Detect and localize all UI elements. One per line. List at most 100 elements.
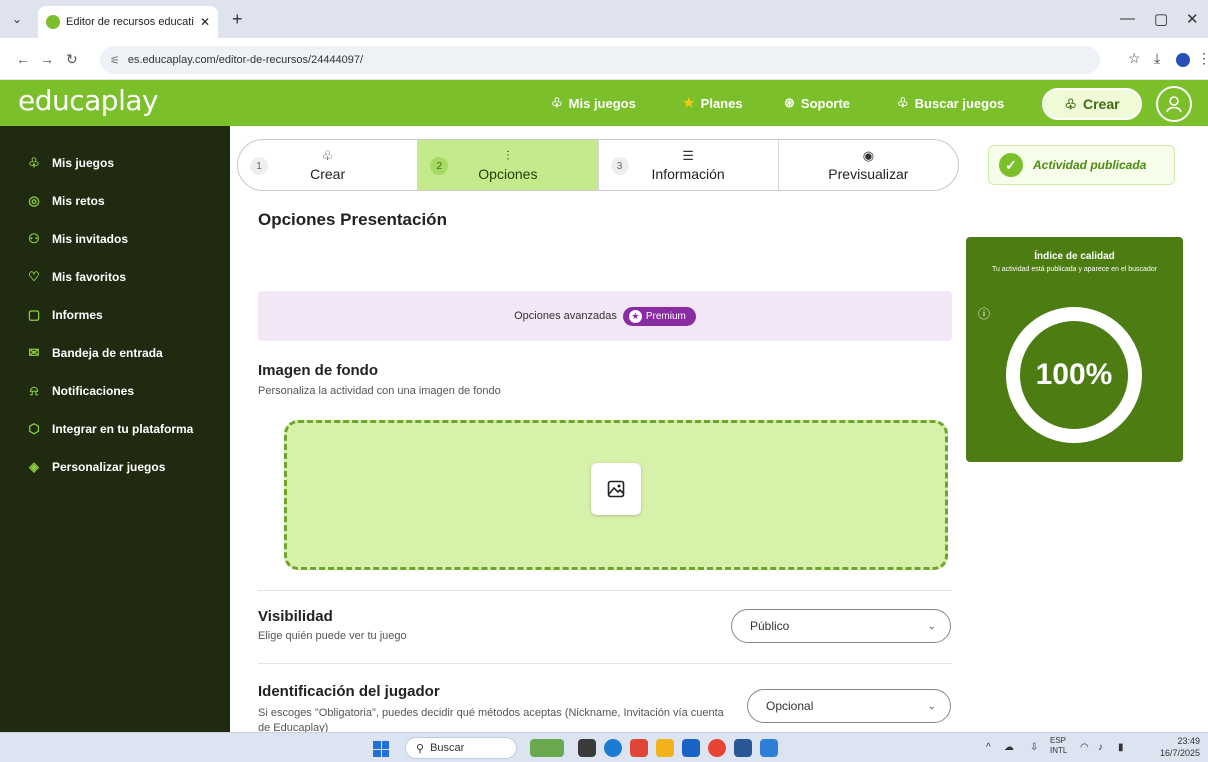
step-label: Crear [310,166,346,182]
sidebar-item-mis-retos[interactable]: ◎ Mis retos [0,182,230,220]
step-number: 1 [250,157,268,175]
tab-close-icon[interactable]: ✕ [200,15,210,29]
lang-primary: ESP [1050,736,1067,745]
forward-icon[interactable]: → [40,51,54,67]
chrome-icon[interactable] [708,739,726,757]
player-id-select[interactable]: Opcional ⌄ [747,689,951,723]
step-label: Previsualizar [828,166,909,182]
customize-icon: ◈ [29,459,39,474]
crear-button[interactable]: ♧ Crear [1042,88,1142,120]
bookmark-star-icon[interactable]: ☆ [1128,50,1141,67]
taskview-icon[interactable] [578,739,596,757]
sidebar-item-label: Mis juegos [52,156,115,170]
maximize-icon[interactable]: ▢ [1154,10,1168,28]
visibility-subtitle: Elige quién puede ver tu juego [258,630,407,642]
quality-index-panel: Índice de calidad Tu actividad está publ… [966,237,1183,462]
sidebar-item-personalizar-juegos[interactable]: ◈ Personalizar juegos [0,448,230,486]
visibility-select[interactable]: Público ⌄ [731,609,951,643]
target-icon: ◎ [28,193,40,208]
nav-planes[interactable]: ★ Planes [683,95,743,111]
quality-title: Índice de calidad [1034,251,1115,262]
sidebar: ♧ Mis juegos ◎ Mis retos ⚇ Mis invitados ♡ Mis … [0,126,230,732]
language-indicator[interactable]: ESP INTL [1050,736,1067,755]
url-input[interactable]: ⚟ es.educaplay.com/editor-de-recursos/24… [100,46,1100,74]
browser-tab[interactable]: Editor de recursos educativos: ✕ [38,6,218,38]
educaplay-logo[interactable]: educaplay [18,84,159,117]
games-icon: ♧ [551,95,563,110]
sidebar-item-mis-invitados[interactable]: ⚇ Mis invitados [0,220,230,258]
taskbar-search[interactable]: ⚲ Buscar [405,737,517,759]
sidebar-item-mis-juegos[interactable]: ♧ Mis juegos [0,144,230,182]
image-icon [607,480,625,498]
divider [258,590,952,591]
published-status-badge: ✓ Actividad publicada [988,145,1175,185]
upload-image-button[interactable] [591,463,641,515]
create-icon: ♧ [321,148,334,163]
widget-icon[interactable] [530,739,564,757]
network-app-icon[interactable]: ☁ [1004,742,1014,753]
tab-step-previsualizar[interactable]: ◉ Previsualizar [779,140,958,190]
wifi-icon[interactable]: ◠ [1080,742,1089,753]
sidebar-item-bandeja-de-entrada[interactable]: ✉ Bandeja de entrada [0,334,230,372]
list-icon: ☰ [682,148,694,163]
page-title: Opciones Presentación [258,210,447,229]
store-icon[interactable] [682,739,700,757]
sidebar-item-notificaciones[interactable]: ⍾ Notificaciones [0,372,230,410]
tab-step-opciones[interactable]: 2 ⫶ Opciones [418,140,599,190]
nav-label: Planes [700,95,743,111]
new-tab-icon[interactable]: + [232,9,243,30]
advanced-options-banner: Opciones avanzadas ★ Premium [258,291,952,341]
tab-list-chevron-icon[interactable]: ⌄ [12,12,22,26]
battery-icon[interactable]: ▮ [1118,742,1124,753]
premium-label: Premium [645,310,686,322]
bg-image-title: Imagen de fondo [258,362,378,379]
search-games-icon: ♧ [897,95,909,110]
file-explorer-icon[interactable] [656,739,674,757]
windows-start-icon[interactable] [373,741,389,757]
quality-ring: 100% [1006,307,1142,443]
sidebar-item-informes[interactable]: ▢ Informes [0,296,230,334]
sidebar-item-integrar-en-tu-plataforma[interactable]: ⬡ Integrar en tu plataforma [0,410,230,448]
tab-step-información[interactable]: 3 ☰ Información [599,140,779,190]
usb-icon[interactable]: ⇩ [1030,742,1038,753]
clock[interactable]: 23:49 16/7/2025 [1160,736,1200,759]
user-icon [1166,96,1182,113]
sidebar-item-mis-favoritos[interactable]: ♡ Mis favoritos [0,258,230,296]
nav-label: Soporte [800,95,851,111]
site-info-icon[interactable]: ⚟ [110,54,120,67]
sidebar-list: ♧ Mis juegos ◎ Mis retos ⚇ Mis invitados ♡ Mis … [0,126,230,486]
profile-icon[interactable] [1176,53,1190,67]
sidebar-item-label: Mis favoritos [52,270,127,284]
volume-icon[interactable]: ♪ [1098,742,1103,753]
tray-chevron-icon[interactable]: ^ [986,742,991,753]
favicon-icon [46,15,60,29]
player-id-title: Identificación del jugador [258,683,440,700]
window-close-icon[interactable]: ✕ [1186,10,1199,28]
bg-image-subtitle: Personaliza la actividad con una imagen … [258,385,501,397]
browser-tabbar: ⌄ Editor de recursos educativos: ✕ + — ▢… [0,0,1208,38]
tab-step-crear[interactable]: 1 ♧ Crear [238,140,419,190]
bell-icon: ⍾ [29,383,39,398]
games-icon: ♧ [28,155,40,170]
nav-soporte[interactable]: ⊛ Soporte [784,95,850,111]
avatar[interactable] [1156,86,1192,122]
clock-time: 23:49 [1177,736,1201,746]
tab-title: Editor de recursos educativos: [66,16,194,28]
download-icon[interactable]: ⤓ [1154,50,1160,67]
reload-icon[interactable]: ↻ [66,51,78,68]
minimize-icon[interactable]: — [1120,10,1135,27]
back-icon[interactable]: ← [16,51,30,67]
menu-dots-icon[interactable]: ⋮ [1197,50,1208,67]
app-icon[interactable] [630,739,648,757]
nav-buscar-juegos[interactable]: ♧ Buscar juegos [897,95,1004,111]
premium-badge[interactable]: ★ Premium [622,306,696,326]
photos-icon[interactable] [760,739,778,757]
windows-taskbar: ⚲ Buscar ^ ☁ ⇩ ESP INTL ◠ ♪ ▮ 23:49 16/7/… [0,732,1208,762]
edge-icon[interactable] [604,739,622,757]
info-icon[interactable]: ⓘ [978,305,990,322]
sidebar-item-label: Notificaciones [52,384,135,398]
word-icon[interactable] [734,739,752,757]
quality-subtitle: Tu actividad está publicada y aparece en… [991,266,1158,273]
stepper: 1 ♧ Crear 2 ⫶ Opciones 3 ☰ Información ◉ Previsual… [237,139,959,191]
nav-mis-juegos[interactable]: ♧ Mis juegos [551,95,636,111]
